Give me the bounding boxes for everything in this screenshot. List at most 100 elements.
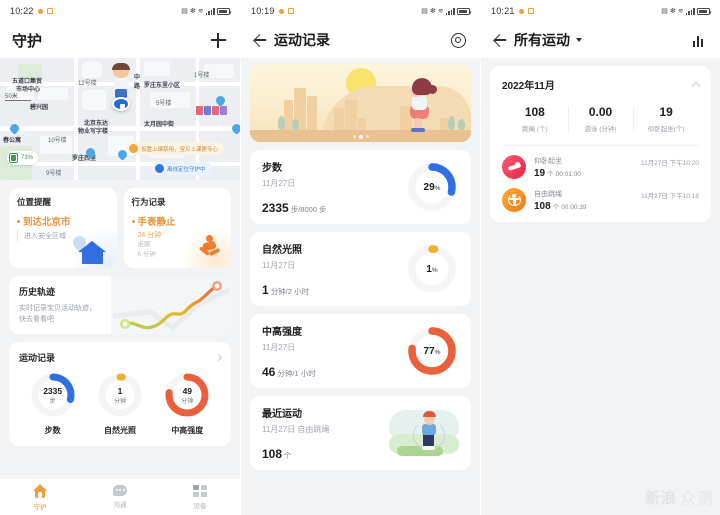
plus-icon	[210, 32, 226, 48]
activity-name: 自由跳绳	[534, 190, 562, 198]
page-title: 所有运动	[514, 32, 570, 48]
wifi-icon: ≋	[437, 7, 444, 15]
metric-card-intensity[interactable]: 中高强度 11月27日 46 分钟/1 小时 77%	[250, 314, 471, 388]
map-label: 12号楼	[78, 81, 97, 87]
bluetooth-icon: ✻	[669, 7, 676, 15]
running-person-icon	[196, 233, 226, 263]
metric-card-steps[interactable]: 步数 11月27日 2335 步/8000 步 29%	[250, 150, 471, 224]
recent-activity-card[interactable]: 最近运动 11月27日 自由跳绳 108 个	[250, 396, 471, 470]
history-track-card[interactable]: 历史轨迹 实时记录宝贝活动轨迹， 快去看看吧	[9, 276, 231, 335]
ring-unit: 分钟	[113, 398, 126, 405]
map-view[interactable]: 五道口集贸 市场中心 12号楼 中 路 1号楼 罗庄东里小区 5号楼 碧兴园 北…	[0, 58, 240, 180]
activity-count: 108	[534, 200, 551, 212]
map-label: 10号楼	[48, 138, 67, 144]
stat-value: 0.00	[588, 105, 613, 119]
ring-percent: 29%	[423, 181, 441, 193]
ring-unit: 分钟	[181, 398, 194, 405]
notification-dot-icon	[278, 8, 284, 14]
ring-percent: 1%	[426, 263, 438, 275]
gear-icon	[450, 32, 466, 48]
carousel-dots[interactable]	[352, 135, 369, 139]
ring-gauge: 49 分钟	[163, 371, 211, 419]
activity-duration: 00:01:00	[555, 170, 581, 178]
sim-icon: ▤	[421, 7, 428, 15]
page-title: 运动记录	[274, 32, 330, 48]
stat-label: 跳绳 (个)	[522, 126, 548, 133]
ring-percent-number: 77	[423, 345, 435, 357]
recent-value: 108 个	[262, 447, 389, 461]
activity-text: 仰卧起坐 19 个 00:01:00	[534, 156, 641, 179]
sport-rings-row: 2335 步 步数 1 分钟 自然光照 49 分钟 中高强度	[19, 371, 221, 436]
ring-daylight: 1 分钟 自然光照	[96, 371, 144, 436]
nav-label: 沟通	[113, 502, 127, 509]
map-label: 中	[134, 75, 141, 81]
sport-card-title: 运动记录	[19, 353, 56, 364]
ring-steps: 2335 步 步数	[29, 371, 77, 436]
jumprope-kid-illustration	[389, 406, 459, 460]
month-header[interactable]: 2022年11月	[502, 77, 701, 92]
ring-caption: 步数	[44, 426, 61, 436]
chevron-down-icon[interactable]	[576, 38, 582, 42]
status-left: 10:19	[251, 6, 294, 16]
behavior-record-card[interactable]: 行为记录 手表静止 24 分钟 走路 6 分钟	[123, 188, 231, 268]
bell-icon	[129, 144, 138, 153]
map-tip-class-mode[interactable]: 设置上课禁用，宝贝上课更专心	[126, 142, 225, 155]
nav-item-guardian[interactable]: 守护	[0, 483, 80, 511]
location-card-main: 到达北京市	[17, 214, 109, 228]
status-left: 10:21	[491, 6, 534, 16]
map-poi-icon[interactable]	[8, 122, 21, 135]
house-body-shape	[81, 251, 103, 264]
app-bar-1: 守护	[0, 22, 240, 58]
hero-illustration[interactable]	[250, 64, 471, 142]
activity-unit: 个	[552, 203, 560, 211]
chevron-up-icon[interactable]	[691, 81, 701, 91]
settings-button[interactable]	[448, 30, 468, 50]
status-time: 10:19	[251, 6, 275, 16]
nav-label: 设备	[193, 502, 207, 510]
metric-title: 中高强度	[262, 327, 302, 338]
month-summary-card: 2022年11月 108 跳绳 (个) 0.00 游泳 (分钟) 19 仰卧起坐…	[490, 66, 711, 222]
add-button[interactable]	[208, 30, 228, 50]
ring-intensity: 49 分钟 中高强度	[163, 371, 211, 436]
status-right: ▤ ✻ ≋	[181, 7, 232, 15]
girl-top	[412, 96, 427, 110]
ring-value: 77%	[405, 324, 459, 378]
sport-card-header[interactable]: 运动记录	[19, 351, 223, 364]
app-bar-3: 所有运动	[481, 22, 720, 58]
behavior-card-main-text: 手表静止	[137, 217, 176, 228]
location-card-title: 位置提醒	[17, 197, 52, 207]
map-road	[0, 126, 240, 131]
activity-row-situp[interactable]: 仰卧起坐 19 个 00:01:00 11月27日 下午10:20	[502, 146, 699, 179]
metric-value-number: 2335	[262, 201, 289, 215]
back-arrow-icon[interactable]	[253, 33, 267, 47]
statistics-button[interactable]	[688, 30, 708, 50]
behavior-card-main: 手表静止	[131, 214, 224, 228]
nav-item-device[interactable]: 设备	[160, 484, 240, 510]
nav-item-chat[interactable]: 沟通	[80, 485, 160, 509]
notification-square-icon	[46, 8, 53, 14]
stat-swim: 0.00 游泳 (分钟)	[567, 105, 634, 133]
map-poi-icon[interactable]	[230, 122, 240, 135]
child-location-avatar[interactable]	[108, 63, 134, 111]
activity-row-jumprope[interactable]: 自由跳绳 108 个 00:00:39 11月27日 下午10:18	[502, 179, 699, 212]
map-tip-offline-guard[interactable]: 离线定位守护中	[152, 162, 212, 175]
map-poi-icon[interactable]	[214, 94, 227, 107]
back-arrow-icon[interactable]	[493, 33, 507, 47]
month-label: 2022年11月	[502, 81, 555, 92]
girl-illustration	[408, 78, 438, 132]
map-block	[38, 88, 68, 100]
location-reminder-card[interactable]: 位置提醒 到达北京市 进入安全区域	[9, 188, 117, 268]
map-label: 9号楼	[46, 171, 62, 177]
ring-caption: 自然光照	[103, 426, 136, 436]
building-shape	[358, 118, 366, 130]
metric-date: 11月27日	[262, 179, 296, 188]
map-label: 市场中心	[16, 87, 41, 93]
metric-ring: 1%	[405, 242, 459, 296]
metric-card-daylight[interactable]: 自然光照 11月27日 1 分钟/2 小时 1%	[250, 232, 471, 306]
status-time: 10:21	[491, 6, 515, 16]
sim-icon: ▤	[661, 7, 668, 15]
sport-record-card[interactable]: 运动记录 2335 步 步数 1 分钟 自然光照 49 分钟 中高强度	[9, 342, 231, 447]
metric-title: 自然光照	[262, 245, 302, 256]
home-zone-icon	[69, 233, 109, 264]
panel-all-activities: 10:21 ▤ ✻ ≋ 所有运动 2022年11月 108 跳绳 (个) 0.0…	[480, 0, 720, 515]
